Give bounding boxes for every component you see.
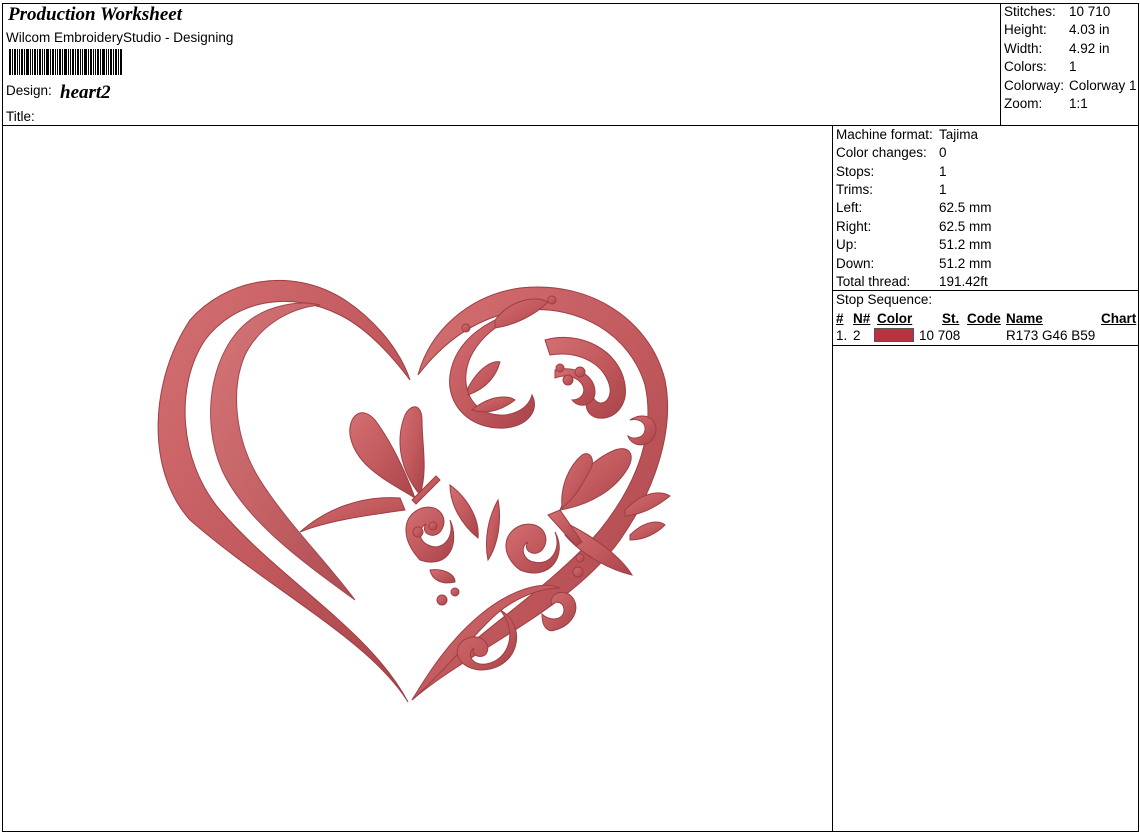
col-stitches: St. (942, 311, 960, 326)
title-label: Title: (6, 109, 35, 124)
embroidery-heart-butterflies-image (157, 279, 671, 703)
leaf-center-3 (429, 569, 456, 584)
row-num: 1. (836, 328, 848, 343)
colorway-value: Colorway 1 (1069, 78, 1137, 93)
dot (555, 363, 565, 373)
right-label: Right: (836, 219, 872, 234)
summary-divider (1000, 3, 1001, 126)
stops-label: Stops: (836, 164, 875, 179)
header-divider (2, 125, 1139, 126)
machine-divider (832, 290, 1139, 291)
col-chart: Chart (1101, 311, 1137, 326)
left-value: 62.5 mm (939, 200, 992, 215)
total-thread-value: 191.42ft (939, 274, 988, 289)
design-label: Design: (6, 83, 52, 98)
col-name: Name (1006, 311, 1043, 326)
dot (412, 526, 424, 538)
swirl-center-left (405, 506, 455, 563)
software-name: Wilcom EmbroideryStudio - Designing (6, 30, 234, 45)
leaf-center-1 (449, 484, 479, 539)
trims-label: Trims: (836, 182, 873, 197)
dot (547, 295, 557, 305)
machine-format-value: Tajima (939, 127, 979, 142)
left-label: Left: (836, 200, 863, 215)
sequence-divider (832, 345, 1139, 346)
stops-value: 1 (939, 164, 947, 179)
height-label: Height: (1004, 22, 1047, 37)
color-changes-value: 0 (939, 145, 947, 160)
color-swatch (874, 328, 914, 342)
col-num: # (836, 311, 844, 326)
worksheet-title: Production Worksheet (8, 4, 183, 25)
butterfly-right-body (547, 509, 583, 547)
stitches-value: 10 710 (1069, 4, 1111, 19)
machine-format-label: Machine format: (836, 127, 933, 142)
heart-left-inner-stroke (210, 302, 356, 601)
swirl-center-right (505, 523, 560, 574)
leaf-left (467, 361, 501, 396)
col-color: Color (877, 311, 913, 326)
down-value: 51.2 mm (939, 256, 992, 271)
width-label: Width: (1004, 41, 1043, 56)
leaf-center-2 (485, 498, 501, 562)
leaf-right-2 (629, 521, 666, 541)
color-changes-label: Color changes: (836, 145, 927, 160)
colors-value: 1 (1069, 59, 1077, 74)
col-needle: N# (853, 311, 871, 326)
zoom-label: Zoom: (1004, 96, 1043, 111)
dot (461, 323, 471, 333)
swirl-right-3 (627, 415, 657, 446)
stop-sequence-label: Stop Sequence: (836, 292, 933, 307)
dot (436, 594, 448, 606)
dot (450, 587, 460, 597)
colorway-label: Colorway: (1004, 78, 1065, 93)
barcode-icon (9, 49, 122, 75)
zoom-value: 1:1 (1069, 96, 1088, 111)
up-value: 51.2 mm (939, 237, 992, 252)
right-value: 62.5 mm (939, 219, 992, 234)
col-code: Code (967, 311, 1001, 326)
height-value: 4.03 in (1069, 22, 1110, 37)
trims-value: 1 (939, 182, 947, 197)
row-needle: 2 (853, 328, 861, 343)
colors-label: Colors: (1004, 59, 1047, 74)
dot (562, 374, 574, 386)
dot (428, 521, 438, 531)
butterfly-left-lower-wing (299, 497, 406, 533)
stitches-label: Stitches: (1004, 4, 1056, 19)
down-label: Down: (836, 256, 875, 271)
dot (572, 566, 584, 578)
dot (574, 366, 586, 378)
total-thread-label: Total thread: (836, 274, 911, 289)
leaf-lower (470, 396, 516, 413)
width-value: 4.92 in (1069, 41, 1110, 56)
row-stitches: 10 708 (919, 328, 961, 343)
up-label: Up: (836, 237, 858, 252)
panel-divider (832, 125, 833, 832)
design-name: heart2 (60, 82, 111, 103)
dot (575, 553, 585, 563)
row-name: R173 G46 B59 (1006, 328, 1096, 343)
heart-left-outer-stroke (157, 279, 411, 703)
